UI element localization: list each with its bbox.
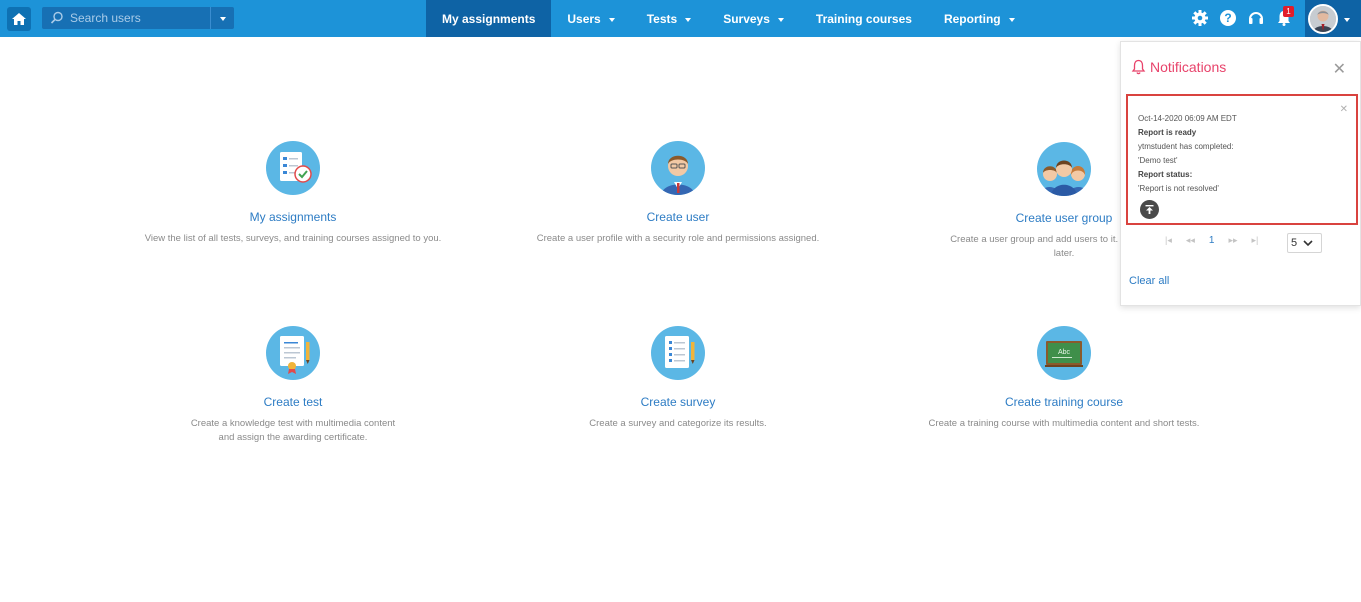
survey-icon <box>651 326 705 380</box>
notification-count-badge: 1 <box>1283 6 1294 17</box>
tile-create-test[interactable]: Create test Create a knowledge test with… <box>143 326 443 445</box>
prev-page-icon[interactable]: ◂◂ <box>1186 235 1195 246</box>
main-nav: My assignments Users Tests Surveys Train… <box>426 0 1031 37</box>
notification-status-value: 'Report is not resolved' <box>1138 184 1219 193</box>
notification-item[interactable]: ✕ Oct-14-2020 06:09 AM EDT Report is rea… <box>1126 94 1358 225</box>
tile-description: View the list of all tests, surveys, and… <box>144 233 442 244</box>
chevron-down-icon <box>777 17 784 22</box>
tile-description: Create a survey and categorize its resul… <box>589 418 767 429</box>
search-box <box>42 7 234 29</box>
current-page[interactable]: 1 <box>1209 235 1215 246</box>
headset-icon <box>1249 12 1263 24</box>
tile-description-line: Create a knowledge test with multimedia … <box>190 418 396 429</box>
nav-reporting[interactable]: Reporting <box>928 0 1031 37</box>
svg-text:?: ? <box>1224 11 1231 25</box>
notification-text: ytmstudent has completed: <box>1138 142 1234 151</box>
gear-icon <box>1192 10 1208 26</box>
clear-all-link[interactable]: Clear all <box>1129 275 1169 287</box>
nav-users[interactable]: Users <box>551 0 630 37</box>
notification-status-label: Report status: <box>1138 170 1193 179</box>
tile-create-training-course[interactable]: Abc Create training course Create a trai… <box>914 326 1214 431</box>
help-icon: ? <box>1220 10 1236 26</box>
notification-date: Oct-14-2020 06:09 AM EDT <box>1138 114 1237 123</box>
tile-title[interactable]: Create test <box>143 395 443 409</box>
user-menu[interactable] <box>1305 0 1361 37</box>
tile-title[interactable]: My assignments <box>143 210 443 224</box>
search-dropdown-button[interactable] <box>210 7 234 29</box>
tile-description-line: later. <box>1053 248 1075 259</box>
nav-label: My assignments <box>442 11 536 26</box>
nav-label: Users <box>567 11 601 26</box>
notification-heading: Report is ready <box>1138 128 1197 137</box>
assignments-icon <box>266 141 320 195</box>
tile-description: Create a knowledge test with multimedia … <box>143 417 443 445</box>
dismiss-notification-icon[interactable]: ✕ <box>1340 104 1348 115</box>
close-panel-button[interactable]: ✕ <box>1333 62 1346 78</box>
page-size-select[interactable]: 5 <box>1287 233 1322 253</box>
tile-description: Create a user profile with a security ro… <box>536 233 820 244</box>
notifications-header: Notifications <box>1131 59 1226 75</box>
settings-button[interactable] <box>1190 8 1210 28</box>
tile-create-user[interactable]: Create user Create a user profile with a… <box>528 141 828 246</box>
search-input[interactable] <box>70 9 210 27</box>
home-button[interactable] <box>7 7 31 31</box>
tile-title[interactable]: Create user <box>528 210 828 224</box>
test-icon <box>266 326 320 380</box>
bell-icon <box>1131 59 1146 75</box>
tile-description: Create a training course with multimedia… <box>928 418 1200 429</box>
notifications-button[interactable]: 1 <box>1274 6 1294 28</box>
user-group-icon <box>1037 142 1091 196</box>
tile-create-survey[interactable]: Create survey Create a survey and catego… <box>528 326 828 431</box>
nav-label: Surveys <box>723 11 770 26</box>
nav-label: Tests <box>646 11 678 26</box>
top-navigation-bar: My assignments Users Tests Surveys Train… <box>0 0 1361 37</box>
notifications-panel: Notifications ✕ ✕ Oct-14-2020 06:09 AM E… <box>1120 41 1361 306</box>
tile-title[interactable]: Create survey <box>528 395 828 409</box>
nav-training-courses[interactable]: Training courses <box>800 0 928 37</box>
search-icon <box>50 11 63 24</box>
chevron-down-icon <box>608 17 615 22</box>
top-icons: ? 1 <box>1190 6 1294 28</box>
chevron-down-icon <box>1303 239 1313 246</box>
scroll-to-top-button[interactable] <box>1140 200 1159 219</box>
avatar <box>1308 3 1338 34</box>
tile-my-assignments[interactable]: My assignments View the list of all test… <box>143 141 443 246</box>
page-size-value: 5 <box>1291 237 1298 249</box>
nav-label: Training courses <box>815 11 912 26</box>
home-icon <box>12 13 26 25</box>
tile-title[interactable]: Create training course <box>914 395 1214 409</box>
nav-my-assignments[interactable]: My assignments <box>426 0 552 37</box>
notification-text: 'Demo test' <box>1138 156 1178 165</box>
user-icon <box>651 141 705 195</box>
last-page-icon[interactable]: ▸| <box>1252 235 1259 246</box>
close-icon: ✕ <box>1332 61 1346 78</box>
chevron-down-icon <box>685 17 692 22</box>
help-button[interactable]: ? <box>1218 8 1238 28</box>
notifications-title: Notifications <box>1150 59 1227 75</box>
next-page-icon[interactable]: ▸▸ <box>1228 235 1237 246</box>
pagination: |◂ ◂◂ 1 ▸▸ ▸| <box>1165 235 1258 246</box>
support-button[interactable] <box>1246 8 1266 28</box>
arrow-up-icon <box>1145 205 1154 214</box>
first-page-icon[interactable]: |◂ <box>1165 235 1172 246</box>
training-icon: Abc <box>1037 326 1091 380</box>
nav-tests[interactable]: Tests <box>631 0 707 37</box>
nav-label: Reporting <box>943 11 1001 26</box>
chevron-down-icon <box>219 17 226 21</box>
svg-text:Abc: Abc <box>1058 349 1071 356</box>
chevron-down-icon <box>1008 17 1015 22</box>
tile-description-line: and assign the awarding certificate. <box>218 432 368 443</box>
nav-surveys[interactable]: Surveys <box>707 0 800 37</box>
chevron-down-icon <box>1344 17 1350 22</box>
